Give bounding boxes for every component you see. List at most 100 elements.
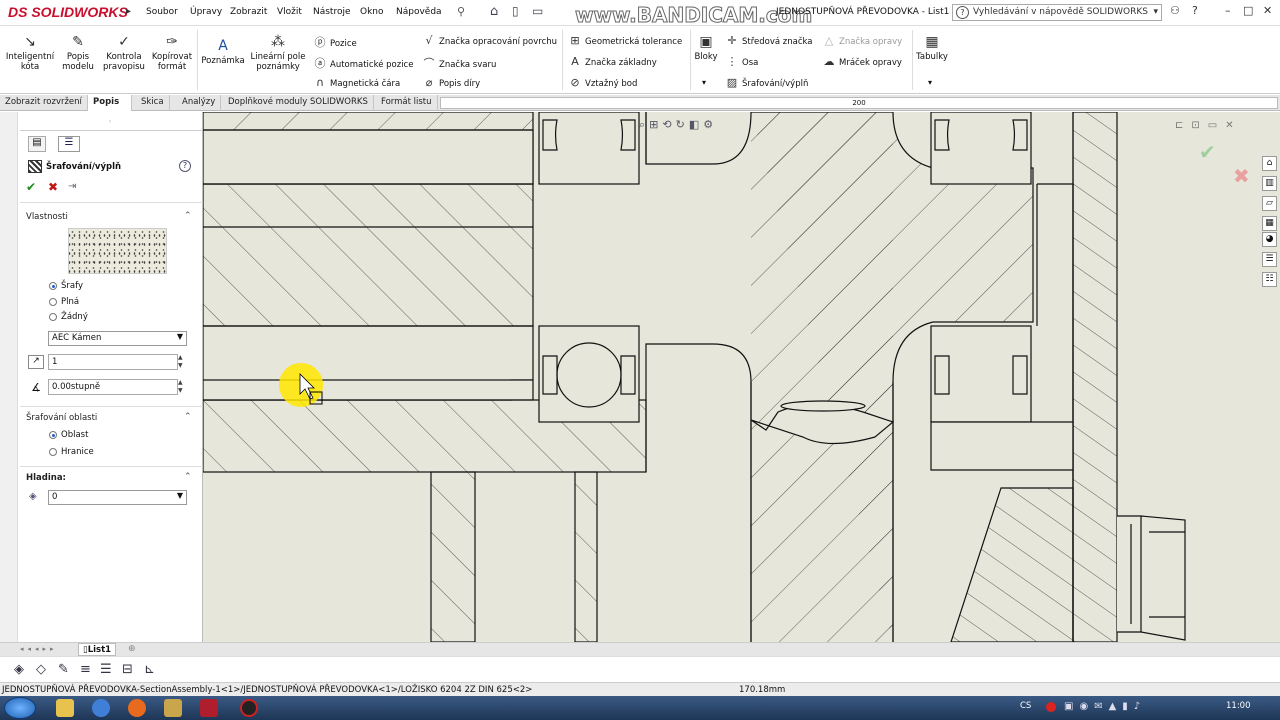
layer-properties-icon[interactable]: ◈ — [14, 662, 24, 677]
weld-symbol-button[interactable]: ⌒ Značka svaru — [422, 55, 497, 71]
folder-icon[interactable] — [164, 699, 182, 717]
start-button[interactable] — [4, 697, 36, 719]
radio-plna[interactable] — [49, 298, 57, 306]
note-button[interactable]: A Poznámka — [200, 38, 246, 66]
tab-analyzy[interactable]: Analýzy — [177, 95, 222, 111]
auto-balloon-button[interactable]: ⓐ Automatické pozice — [313, 55, 414, 71]
view-palette-icon[interactable]: ▦ — [1262, 216, 1277, 231]
file-explorer-icon[interactable]: ▱ — [1262, 196, 1277, 211]
ok-checkmark-icon[interactable]: ✔ — [26, 180, 36, 194]
angle-input[interactable]: 0.00stupně — [48, 379, 178, 395]
maximize-view-icon[interactable]: ▭ — [1208, 120, 1225, 131]
explorer-icon[interactable] — [56, 699, 74, 717]
tables-dropdown-icon[interactable]: ▾ — [928, 78, 932, 87]
spell-check-button[interactable]: ✓ Kontrola pravopisu — [100, 34, 148, 72]
volume-icon[interactable]: ♪ — [1134, 701, 1146, 712]
menu-zobrazit[interactable]: Zobrazit — [230, 7, 267, 17]
property-manager-tab-icon[interactable]: ☰ — [58, 136, 80, 152]
menu-okno[interactable]: Okno — [360, 7, 384, 17]
sheet-nav-arrows-icon[interactable]: ◂◂◂▸▸ — [20, 645, 58, 653]
record-tray-icon[interactable] — [1046, 702, 1056, 712]
custom-properties-icon[interactable]: ☰ — [1262, 252, 1277, 267]
display-style-icon[interactable]: ⚙ — [703, 118, 717, 131]
tab-popis[interactable]: Popis — [88, 95, 132, 111]
model-items-button[interactable]: ✎ Popis modelu — [60, 34, 96, 72]
radio-oblast[interactable] — [49, 431, 57, 439]
magnetic-line-button[interactable]: ∩ Magnetická čára — [313, 76, 400, 89]
scale-spinner-icon[interactable]: ▲ ▼ — [178, 354, 183, 370]
center-mark-button[interactable]: ✛ Středová značka — [725, 34, 812, 47]
blocks-dropdown-icon[interactable]: ▾ — [702, 78, 706, 87]
menu-soubor[interactable]: Soubor — [146, 7, 178, 17]
menu-nastroje[interactable]: Nástroje — [313, 7, 351, 17]
revision-symbol-button[interactable]: △ Značka opravy — [822, 34, 902, 47]
tab-skica[interactable]: Skica — [136, 95, 170, 111]
minimize-button[interactable]: – — [1225, 4, 1231, 17]
search-dropdown-icon[interactable]: ▾ — [1153, 7, 1158, 17]
hide-edge-icon[interactable]: ⊟ — [122, 662, 133, 677]
radio-hranice[interactable] — [49, 448, 57, 456]
tab-doplnkove-moduly[interactable]: Doplňkové moduly SOLIDWORKS — [223, 95, 374, 111]
hole-callout-button[interactable]: ⌀ Popis díry — [422, 76, 481, 89]
angle-spinner-icon[interactable]: ▲ ▼ — [178, 379, 183, 395]
balloon-button[interactable]: ⓟ Pozice — [313, 34, 357, 50]
tab-zobrazit-rozvrzeni[interactable]: Zobrazit rozvržení — [0, 95, 88, 111]
help-button[interactable]: ? — [1192, 4, 1198, 17]
scale-input[interactable]: 1 — [48, 354, 178, 370]
hatch-fill-button[interactable]: ▨ Šrafování/výplň — [725, 76, 809, 89]
menu-expand-icon[interactable]: ▸ — [126, 6, 131, 17]
blocks-button[interactable]: ▣ Bloky — [692, 34, 720, 62]
close-button[interactable]: ✕ — [1263, 4, 1272, 17]
heads-up-view-toolbar[interactable]: ⌕⊞⟲↻◧⚙ — [639, 118, 717, 132]
open-icon[interactable]: ▭ — [532, 4, 543, 18]
home-icon[interactable]: ⌂ — [1262, 156, 1277, 171]
smart-dimension-button[interactable]: ↘ Inteligentní kóta — [4, 34, 56, 72]
confirm-corner-cancel-icon[interactable]: ✖ — [1233, 164, 1250, 188]
search-input[interactable]: ? Vyhledávání v nápovědě SOLIDWORKS ▾ — [952, 4, 1162, 21]
close-view-icon[interactable]: ✕ — [1225, 120, 1241, 131]
language-indicator[interactable]: CS — [1020, 701, 1031, 711]
collapse-chevron-icon[interactable]: ⌃ — [184, 211, 192, 221]
line-thickness-icon[interactable]: ≡ — [80, 662, 91, 677]
browser-icon[interactable] — [92, 699, 110, 717]
previous-view-icon[interactable]: ⟲ — [662, 118, 675, 131]
solidworks-logo[interactable]: DS SOLIDWORKS — [8, 4, 128, 20]
pattern-select[interactable]: AEC Kámen ▼ — [48, 331, 187, 346]
split-view-icon[interactable]: ⊏ — [1175, 120, 1191, 131]
view-orientation-icon[interactable]: ◧ — [689, 118, 703, 131]
line-style-icon[interactable]: ☰ — [100, 662, 112, 677]
confirm-corner-ok-icon[interactable]: ✔ — [1199, 140, 1216, 164]
home-icon[interactable]: ⌂ — [490, 4, 498, 19]
drawing-canvas[interactable]: ⌕⊞⟲↻◧⚙ ⊏⊡▭✕ ✔ ✖ — [203, 112, 1258, 642]
datum-feature-button[interactable]: A Značka základny — [568, 55, 657, 68]
tables-button[interactable]: ▦ Tabulky — [914, 34, 950, 62]
collapse-chevron-icon[interactable]: ⌃ — [184, 412, 192, 422]
tray-app-icon[interactable]: ✉ — [1094, 701, 1108, 712]
datum-target-button[interactable]: ⊘ Vztažný bod — [568, 76, 637, 89]
design-library-icon[interactable]: ▥ — [1262, 176, 1277, 191]
tray-app-icon[interactable]: ▣ — [1064, 701, 1079, 712]
linear-note-pattern-button[interactable]: ⁂ Lineární pole poznámky — [248, 34, 308, 72]
viewport-controls[interactable]: ⊏⊡▭✕ — [1175, 120, 1242, 131]
format-painter-button[interactable]: ✑ Kopírovat formát — [150, 34, 194, 72]
collapse-chevron-icon[interactable]: ⌃ — [184, 472, 192, 482]
firefox-icon[interactable] — [128, 699, 146, 717]
menu-vlozit[interactable]: Vložit — [277, 7, 302, 17]
rotate-icon[interactable]: ↻ — [676, 118, 689, 131]
panel-splitter-icon[interactable]: ◦ — [108, 118, 112, 126]
new-document-icon[interactable]: ▯ — [512, 4, 519, 18]
zoom-to-fit-icon[interactable]: ⌕ — [639, 118, 649, 131]
forum-icon[interactable]: ☷ — [1262, 272, 1277, 287]
tray-app-icon[interactable]: ▲ — [1109, 701, 1123, 712]
clock[interactable]: 11:00 — [1226, 701, 1251, 711]
panel-help-button[interactable]: ? — [179, 160, 191, 172]
layer-select[interactable]: 0 ▼ — [48, 490, 187, 505]
user-icon[interactable]: ⚇ — [1170, 4, 1180, 17]
bandicam-task-icon[interactable] — [240, 699, 258, 717]
geometric-tolerance-button[interactable]: ⊞ Geometrická tolerance — [568, 34, 682, 47]
network-icon[interactable]: ▮ — [1122, 701, 1134, 712]
solidworks-task-icon[interactable] — [200, 699, 218, 717]
layer-icon[interactable]: ◇ — [36, 662, 46, 677]
revision-cloud-button[interactable]: ☁ Mráček opravy — [822, 55, 902, 68]
maximize-button[interactable]: □ — [1243, 4, 1253, 17]
